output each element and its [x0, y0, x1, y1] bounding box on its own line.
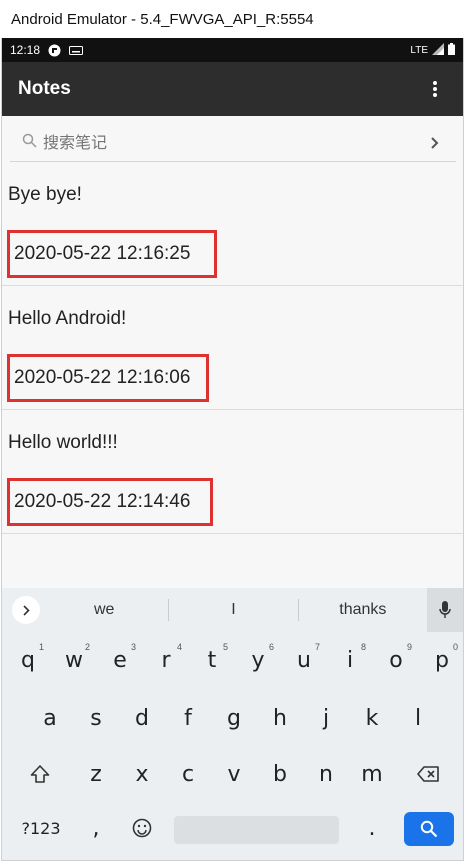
key-w[interactable]: w2 [54, 636, 94, 684]
note-timestamp: 2020-05-22 12:14:46 [7, 478, 213, 526]
key-s[interactable]: s [76, 694, 116, 742]
suggestion-strip: we I thanks [2, 588, 463, 632]
key-a[interactable]: a [30, 694, 70, 742]
android-device-screen: 12:18 LTE Notes 搜索笔记 Bye bye! 2020-05-22… [1, 38, 464, 861]
key-y[interactable]: y6 [238, 636, 278, 684]
space-key[interactable] [174, 816, 339, 844]
status-time: 12:18 [10, 43, 41, 57]
key-t[interactable]: t5 [192, 636, 232, 684]
key-c[interactable]: c [168, 750, 208, 798]
soft-keyboard: we I thanks q1 w2 e3 r4 t5 y6 u7 i8 o9 p… [2, 588, 463, 860]
key-q[interactable]: q1 [8, 636, 48, 684]
key-p[interactable]: p0 [422, 636, 462, 684]
search-icon [22, 133, 37, 153]
keyboard-row-3: z x c v b n m [2, 750, 463, 800]
key-m[interactable]: m [352, 750, 392, 798]
overflow-menu-icon[interactable] [423, 77, 447, 101]
network-type: LTE [410, 44, 428, 56]
search-input[interactable] [43, 133, 426, 152]
note-timestamp: 2020-05-22 12:16:25 [7, 230, 217, 278]
key-o[interactable]: o9 [376, 636, 416, 684]
key-j[interactable]: j [306, 694, 346, 742]
shift-icon[interactable] [20, 750, 60, 798]
emoji-icon[interactable] [122, 804, 162, 852]
key-k[interactable]: k [352, 694, 392, 742]
key-l[interactable]: l [398, 694, 438, 742]
app-notification-icon [48, 44, 61, 57]
key-u[interactable]: u7 [284, 636, 324, 684]
symbols-key[interactable]: ?123 [18, 804, 64, 852]
key-i[interactable]: i8 [330, 636, 370, 684]
search-action-key[interactable] [404, 812, 454, 846]
emulator-window-title: Android Emulator - 5.4_FWVGA_API_R:5554 [0, 0, 467, 38]
status-right-group: LTE [410, 42, 455, 58]
expand-chevron-icon[interactable] [12, 596, 40, 624]
status-bar: 12:18 LTE [2, 38, 463, 62]
key-n[interactable]: n [306, 750, 346, 798]
note-title: Hello Android! [8, 308, 127, 329]
note-title: Bye bye! [8, 184, 82, 205]
app-bar: Notes [2, 62, 463, 116]
key-r[interactable]: r4 [146, 636, 186, 684]
key-x[interactable]: x [122, 750, 162, 798]
battery-icon [448, 42, 455, 58]
keyboard-row-2: a s d f g h j k l [2, 694, 463, 744]
note-title: Hello world!!! [8, 432, 118, 453]
backspace-icon[interactable] [408, 750, 448, 798]
note-item[interactable]: Hello world!!! 2020-05-22 12:14:46 [2, 410, 463, 534]
key-v[interactable]: v [214, 750, 254, 798]
suggestion-word[interactable]: we [40, 601, 168, 619]
search-bar [10, 124, 456, 162]
app-title: Notes [18, 78, 71, 99]
key-h[interactable]: h [260, 694, 300, 742]
key-f[interactable]: f [168, 694, 208, 742]
notes-list: Bye bye! 2020-05-22 12:16:25 Hello Andro… [2, 162, 463, 534]
microphone-icon[interactable] [426, 588, 463, 632]
search-icon [420, 820, 438, 838]
keyboard-row-4: ?123 , . [2, 804, 463, 854]
key-d[interactable]: d [122, 694, 162, 742]
search-go-chevron-icon[interactable] [426, 134, 444, 152]
signal-icon [432, 42, 444, 58]
key-e[interactable]: e3 [100, 636, 140, 684]
key-comma[interactable]: , [76, 804, 116, 852]
key-b[interactable]: b [260, 750, 300, 798]
suggestion-word[interactable]: I [169, 601, 297, 619]
keyboard-row-1: q1 w2 e3 r4 t5 y6 u7 i8 o9 p0 [2, 636, 463, 686]
note-item[interactable]: Hello Android! 2020-05-22 12:16:06 [2, 286, 463, 410]
note-item[interactable]: Bye bye! 2020-05-22 12:16:25 [2, 162, 463, 286]
suggestion-word[interactable]: thanks [299, 601, 427, 619]
note-timestamp: 2020-05-22 12:16:06 [7, 354, 209, 402]
keyboard-notification-icon [69, 45, 84, 55]
key-period[interactable]: . [352, 804, 392, 852]
key-g[interactable]: g [214, 694, 254, 742]
key-z[interactable]: z [76, 750, 116, 798]
